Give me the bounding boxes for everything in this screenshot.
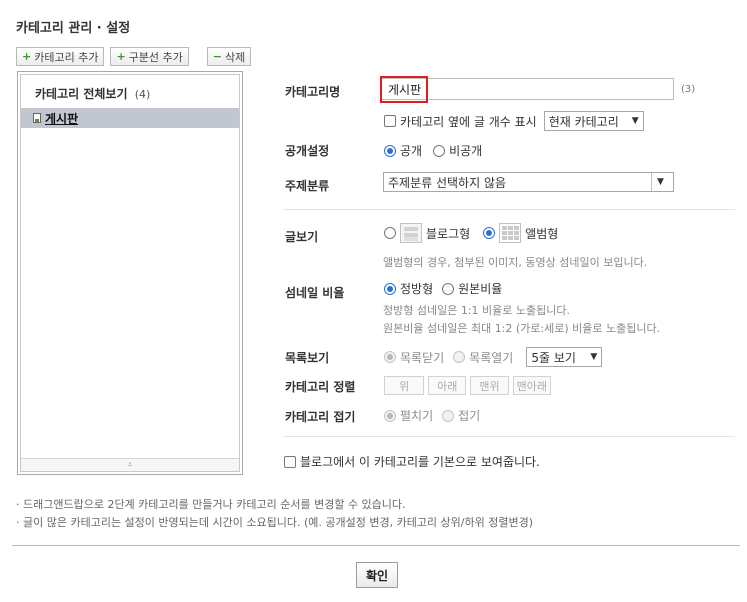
list-open-radio[interactable] <box>453 351 466 363</box>
fold-collapse-label: 접기 <box>458 409 481 423</box>
topic-value: 주제분류 선택하지 않음 <box>388 175 507 190</box>
grip-icon: ⩡ <box>127 460 133 469</box>
show-count-checkbox[interactable] <box>384 115 396 127</box>
topic-select[interactable]: 주제분류 선택하지 않음 ▼ <box>383 172 674 192</box>
list-open-label: 목록열기 <box>469 350 514 365</box>
visibility-options: 공개 비공개 <box>384 142 482 159</box>
ratio-original-label: 원본비율 <box>458 282 503 296</box>
footnote-delay: · 글이 많은 카테고리는 설정이 반영되는데 시간이 소요됩니다. (예. 공… <box>16 516 534 529</box>
view-album-radio[interactable] <box>483 227 496 239</box>
list-view-label: 목록보기 <box>285 351 330 365</box>
visibility-private-radio[interactable] <box>433 144 446 157</box>
fold-expand-radio[interactable] <box>384 409 396 422</box>
plus-icon: + <box>116 50 126 63</box>
page-title: 카테고리 관리 · 설정 <box>16 21 131 36</box>
ratio-square-label: 정방형 <box>400 282 434 296</box>
add-category-label: 카테고리 추가 <box>34 50 99 64</box>
confirm-button[interactable]: 확인 <box>356 562 398 588</box>
album-layout-icon <box>499 223 522 243</box>
tree-item-label: 게시판 <box>45 111 79 126</box>
topic-label: 주제분류 <box>285 179 330 193</box>
chevron-down-icon: ▼ <box>651 173 669 191</box>
view-blog-label: 블로그형 <box>426 226 471 241</box>
view-label: 글보기 <box>285 230 319 244</box>
footnote-drag: · 드래그앤드랍으로 2단계 카테고리를 만들거나 카테고리 순서를 변경할 수… <box>16 498 406 511</box>
delete-label: 삭제 <box>224 50 246 64</box>
tree-item-selected[interactable]: 게시판 <box>21 108 239 128</box>
fold-label: 카테고리 접기 <box>285 410 356 424</box>
view-help-text: 앨범형의 경우, 첨부된 이미지, 동영상 섬네일이 보입니다. <box>383 256 648 269</box>
view-options: 블로그형 앨범형 <box>384 223 558 243</box>
ratio-original-radio[interactable] <box>442 282 455 295</box>
thumb-ratio-label: 섬네일 비율 <box>285 286 345 300</box>
document-icon <box>33 113 41 123</box>
list-rows-select[interactable]: 5줄 보기 ▼ <box>526 347 603 367</box>
visibility-public-label: 공개 <box>400 144 423 158</box>
show-count-row: 카테고리 옆에 글 개수 표시 현재 카테고리 ▼ <box>384 111 644 131</box>
default-view-row: 블로그에서 이 카테고리를 기본으로 보여줍니다. <box>284 453 540 470</box>
tree-all-categories[interactable]: 카테고리 전체보기 (4) <box>35 85 150 102</box>
fold-collapse-radio[interactable] <box>442 409 455 422</box>
visibility-public-radio[interactable] <box>384 144 396 157</box>
order-buttons: 위 아래 맨위 맨아래 <box>384 376 555 395</box>
add-divider-button[interactable]: + 구분선 추가 <box>110 47 189 66</box>
count-scope-select[interactable]: 현재 카테고리 ▼ <box>543 111 644 131</box>
view-blog-radio[interactable] <box>384 227 396 239</box>
move-down-button[interactable]: 아래 <box>428 376 467 395</box>
ratio-help-2: 원본비율 섬네일은 최대 1:2 (가로:세로) 비율로 노출됩니다. <box>383 322 661 335</box>
delete-button[interactable]: − 삭제 <box>206 47 252 66</box>
tree-all-count: (4) <box>134 88 151 101</box>
list-close-label: 목록닫기 <box>400 350 445 365</box>
tree-resize-handle[interactable]: ⩡ <box>21 458 239 471</box>
category-tree: 카테고리 전체보기 (4) 게시판 ⩡ <box>17 71 243 475</box>
chevron-down-icon: ▼ <box>590 352 598 362</box>
list-rows-value: 5줄 보기 <box>531 350 576 365</box>
list-view-options: 목록닫기 목록열기 5줄 보기 ▼ <box>384 347 603 367</box>
visibility-label: 공개설정 <box>285 144 330 158</box>
blog-layout-icon <box>400 223 422 243</box>
tree-all-label: 카테고리 전체보기 <box>35 87 128 101</box>
visibility-private-label: 비공개 <box>449 144 483 158</box>
plus-icon: + <box>22 50 32 63</box>
section-divider <box>283 436 735 437</box>
move-bottom-button[interactable]: 맨아래 <box>512 376 551 395</box>
move-up-button[interactable]: 위 <box>384 376 425 395</box>
footer-divider <box>12 545 740 546</box>
add-divider-label: 구분선 추가 <box>128 50 183 64</box>
move-top-button[interactable]: 맨위 <box>470 376 509 395</box>
add-category-button[interactable]: + 카테고리 추가 <box>16 47 105 66</box>
chevron-down-icon: ▼ <box>631 116 639 126</box>
thumb-ratio-options: 정방형 원본비율 <box>384 280 502 297</box>
section-divider <box>283 209 735 210</box>
list-close-radio[interactable] <box>384 351 396 363</box>
fold-options: 펼치기 접기 <box>384 407 480 424</box>
default-view-checkbox[interactable] <box>284 455 296 468</box>
show-count-label: 카테고리 옆에 글 개수 표시 <box>400 114 537 129</box>
ratio-square-radio[interactable] <box>384 282 396 295</box>
ratio-help-1: 정방형 섬네일은 1:1 비율로 노출됩니다. <box>383 304 570 317</box>
minus-icon: − <box>212 50 222 63</box>
category-name-label: 카테고리명 <box>285 85 341 99</box>
category-toolbar: + 카테고리 추가 + 구분선 추가 − 삭제 <box>16 47 257 66</box>
category-tree-list: 카테고리 전체보기 (4) 게시판 ⩡ <box>20 74 240 472</box>
category-name-input[interactable] <box>381 78 674 100</box>
default-view-label: 블로그에서 이 카테고리를 기본으로 보여줍니다. <box>300 455 540 469</box>
view-album-label: 앨범형 <box>525 226 559 241</box>
count-scope-value: 현재 카테고리 <box>548 114 619 129</box>
order-label: 카테고리 정렬 <box>285 380 356 394</box>
category-name-count: (3) <box>681 84 696 95</box>
fold-expand-label: 펼치기 <box>400 409 434 423</box>
